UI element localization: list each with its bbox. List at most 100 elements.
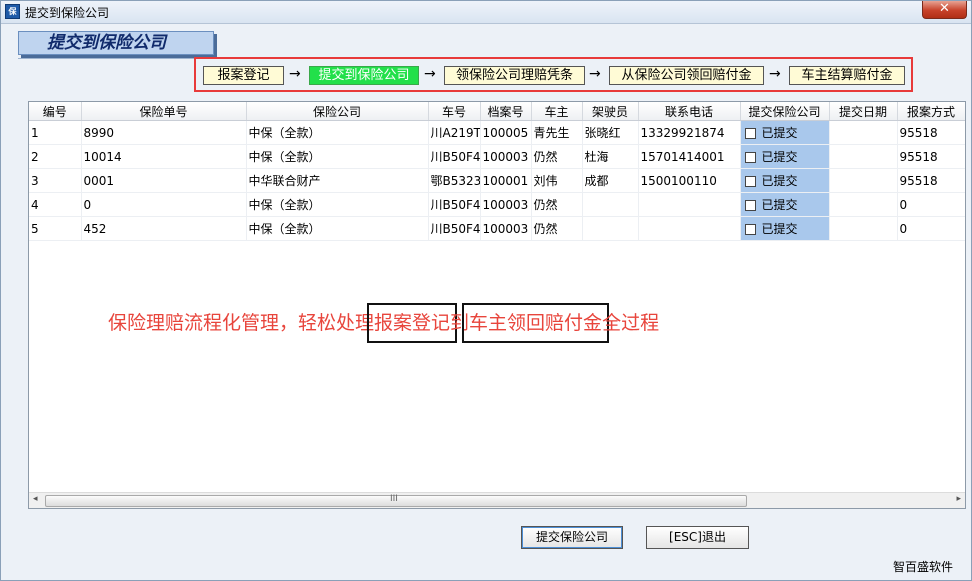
cell-driver: 成都 [582,168,639,193]
cell-driver: 张晓红 [582,120,639,145]
claims-table: 编号 保险单号 保险公司 车号 档案号 车主 架驶员 联系电话 提交保险公司 提… [28,101,966,509]
brand-label: 智百盛软件 [893,560,954,574]
step-claim-voucher[interactable]: 领保险公司理赔凭条 [444,66,585,85]
banner-text: 全过程 [602,312,660,334]
arrow-icon: → [589,66,601,82]
table-header: 编号 保险单号 保险公司 车号 档案号 车主 架驶员 联系电话 提交保险公司 提… [29,102,965,121]
cell-file-no: 100003 [480,192,532,217]
cell-file-no: 100003 [480,216,532,241]
cell-owner: 仍然 [531,144,583,169]
step-collect-payout[interactable]: 从保险公司领回赔付金 [609,66,764,85]
submit-to-insurer-button[interactable]: 提交保险公司 [521,526,623,549]
submitted-label: 已提交 [761,126,798,140]
column-header[interactable]: 保险单号 [81,102,247,121]
column-header[interactable]: 保险公司 [246,102,429,121]
arrow-icon: → [424,66,436,82]
cell-plate: 川A219T [428,120,481,145]
submitted-label: 已提交 [761,222,798,236]
page-title: 提交到保险公司 [18,31,214,55]
step-owner-settlement[interactable]: 车主结算赔付金 [789,66,905,85]
submitted-checkbox[interactable] [744,200,756,211]
cell-company: 中保（全款） [246,144,429,169]
cell-plate: 鄂B5323 [428,168,481,193]
cell-owner: 仍然 [531,216,583,241]
banner-text: 保险理赔流程化管理，轻松处理 [108,312,375,334]
cell-policy-no: 10014 [81,144,247,169]
submitted-checkbox[interactable] [744,152,756,163]
cell-owner: 仍然 [531,192,583,217]
cell-submitted: 已提交 [740,120,830,145]
cell-policy-no: 0 [81,192,247,217]
header-divider [18,58,211,59]
submitted-label: 已提交 [761,174,798,188]
column-header[interactable]: 档案号 [480,102,532,121]
cell-company: 中保（全款） [246,216,429,241]
cell-submit-date [829,120,898,145]
submitted-label: 已提交 [761,198,798,212]
cell-report-method: 0 [897,216,965,241]
cell-submit-date [829,216,898,241]
cell-driver [582,192,639,217]
cell-submitted: 已提交 [740,168,830,193]
title-bar: 保 提交到保险公司 ✕ [1,1,971,24]
window-title: 提交到保险公司 [25,6,110,20]
cell-submit-date [829,144,898,169]
app-icon: 保 [5,4,20,19]
cell-report-method: 95518 [897,168,965,193]
cell-plate: 川B50F4 [428,144,481,169]
column-header[interactable]: 编号 [29,102,82,121]
column-header[interactable]: 联系电话 [638,102,741,121]
cell-driver: 杜海 [582,144,639,169]
cell-policy-no: 8990 [81,120,247,145]
table-row[interactable]: 5 452 中保（全款） 川B50F4 100003 仍然 已提交 0 [29,216,965,241]
cell-id: 1 [29,120,82,145]
horizontal-scrollbar[interactable]: ◂ III ▸ [29,492,965,508]
table-row[interactable]: 3 0001 中华联合财产 鄂B5323 100001 刘伟 成都 150010… [29,168,965,193]
cell-phone [638,192,741,217]
column-header[interactable]: 报案方式 [897,102,965,121]
cell-plate: 川B50F4 [428,216,481,241]
table-row[interactable]: 2 10014 中保（全款） 川B50F4 100003 仍然 杜海 15701… [29,144,965,169]
cell-id: 4 [29,192,82,217]
column-header[interactable]: 提交保险公司 [740,102,830,121]
table-row[interactable]: 1 8990 中保（全款） 川A219T 100005 青先生 张晓红 1332… [29,120,965,145]
cell-phone: 13329921874 [638,120,741,145]
step-submit-to-insurer[interactable]: 提交到保险公司 [309,66,419,85]
cell-submitted: 已提交 [740,144,830,169]
submitted-checkbox[interactable] [744,128,756,139]
scrollbar-thumb[interactable]: III [45,494,747,507]
cell-phone: 15701414001 [638,144,741,169]
cell-owner: 青先生 [531,120,583,145]
cell-submit-date [829,192,898,217]
column-header[interactable]: 车号 [428,102,481,121]
banner-text: 到 [450,312,470,334]
cell-company: 中华联合财产 [246,168,429,193]
exit-button[interactable]: [ESC]退出 [646,526,749,549]
cell-phone [638,216,741,241]
promo-banner: 保险理赔流程化管理，轻松处理报案登记到车主领回赔付金全过程 [108,303,660,343]
column-header[interactable]: 提交日期 [829,102,898,121]
arrow-icon: → [289,66,301,82]
cell-plate: 川B50F4 [428,192,481,217]
close-button[interactable]: ✕ [922,1,967,19]
scroll-right-icon[interactable]: ▸ [956,494,961,504]
column-header[interactable]: 车主 [531,102,583,121]
cell-company: 中保（全款） [246,192,429,217]
step-report-registration[interactable]: 报案登记 [203,66,284,85]
cell-report-method: 0 [897,192,965,217]
cell-policy-no: 0001 [81,168,247,193]
cell-submitted: 已提交 [740,216,830,241]
app-window: 保 提交到保险公司 ✕ 提交到保险公司 报案登记 → 提交到保险公司 → 领保险… [0,0,972,581]
table-row[interactable]: 4 0 中保（全款） 川B50F4 100003 仍然 已提交 0 [29,192,965,217]
scroll-left-icon[interactable]: ◂ [33,494,38,504]
cell-submitted: 已提交 [740,192,830,217]
cell-id: 3 [29,168,82,193]
cell-driver [582,216,639,241]
submitted-checkbox[interactable] [744,224,756,235]
submitted-checkbox[interactable] [744,176,756,187]
cell-file-no: 100001 [480,168,532,193]
cell-phone: 1500100110 [638,168,741,193]
cell-report-method: 95518 [897,120,965,145]
arrow-icon: → [769,66,781,82]
column-header[interactable]: 架驶员 [582,102,639,121]
